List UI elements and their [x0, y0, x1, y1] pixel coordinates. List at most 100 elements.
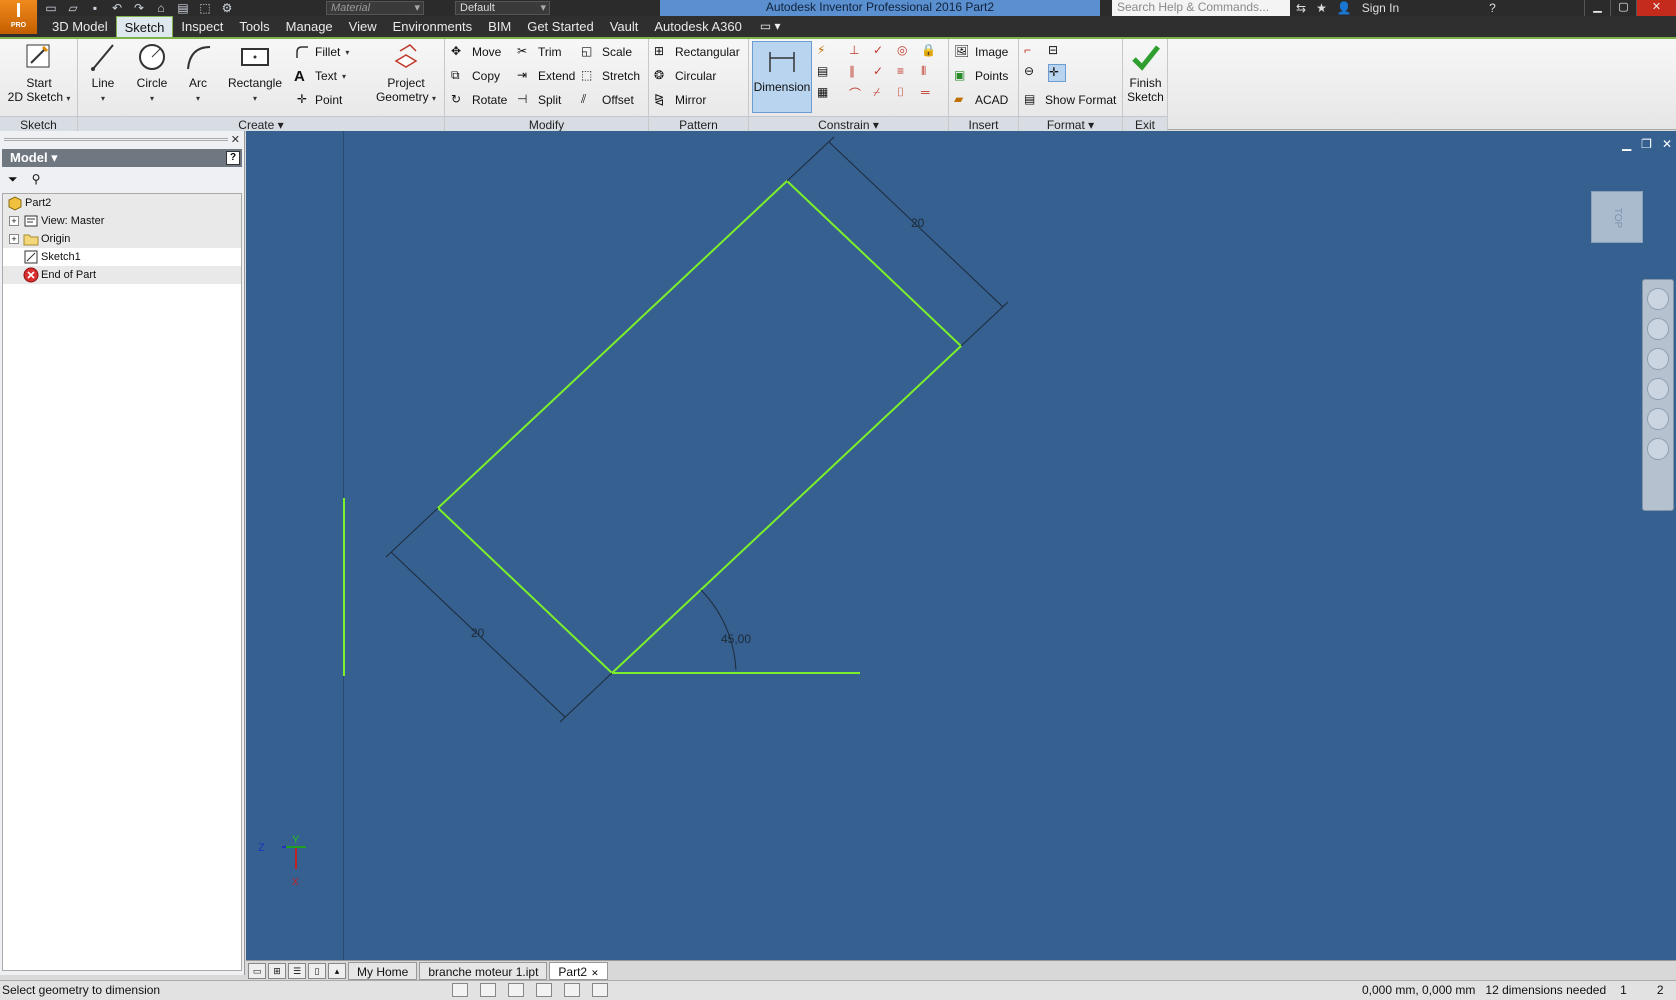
tab-get-started[interactable]: Get Started: [519, 16, 601, 37]
image-button[interactable]: 🖼 Image: [954, 41, 1008, 63]
concentric-icon[interactable]: ◎: [897, 43, 915, 61]
mirror-button[interactable]: ⧎ Mirror: [654, 89, 706, 111]
stretch-button[interactable]: ⬚ Stretch: [581, 65, 640, 87]
panel-label-constrain[interactable]: Constrain ▾: [749, 116, 948, 132]
coincident-icon[interactable]: ✓: [873, 43, 891, 61]
tree-item-sketch1[interactable]: Sketch1: [3, 248, 241, 266]
rectangular-pattern-button[interactable]: ⊞ Rectangular: [654, 41, 740, 63]
expand-icon[interactable]: +: [9, 216, 19, 226]
new-icon[interactable]: ▭: [44, 1, 58, 15]
browser-close-icon[interactable]: ✕: [231, 133, 240, 146]
text-button[interactable]: A Text ▾: [294, 65, 346, 87]
minimize-icon[interactable]: ▁: [1584, 0, 1610, 16]
tab-inspect[interactable]: Inspect: [173, 16, 231, 37]
tab-manage[interactable]: Manage: [278, 16, 341, 37]
find-icon[interactable]: ⚲: [32, 172, 41, 186]
center-point-icon[interactable]: ✛: [1048, 64, 1066, 82]
tab-bim[interactable]: BIM: [480, 16, 519, 37]
angle-dimension-value[interactable]: 45,00: [721, 632, 751, 646]
viewcube[interactable]: TOP: [1591, 191, 1643, 243]
tab-close-icon[interactable]: ✕: [591, 968, 599, 978]
doc-tab-my-home[interactable]: My Home: [348, 961, 418, 980]
top-dimension[interactable]: [786, 136, 1009, 347]
tab-sketch[interactable]: Sketch: [115, 16, 174, 37]
graphics-window[interactable]: 20 20 45,00 Z X Y ▁ ❐ ✕ TOP: [246, 131, 1676, 960]
top-dimension-value[interactable]: 20: [911, 216, 925, 230]
browser-grip[interactable]: [4, 138, 228, 141]
home-icon[interactable]: ⌂: [154, 1, 168, 15]
pan-icon[interactable]: [1647, 318, 1669, 340]
gw-restore-icon[interactable]: ❐: [1641, 137, 1652, 151]
fix-icon[interactable]: 🔒: [921, 43, 939, 61]
construction-icon[interactable]: ⌐: [1024, 43, 1042, 61]
move-button[interactable]: ✥ Move: [451, 41, 501, 63]
fix-sketch-icon[interactable]: [592, 983, 608, 997]
model-browser-header[interactable]: Model ▾ ?: [2, 149, 242, 167]
dof-icon[interactable]: [564, 983, 580, 997]
dimension-button[interactable]: Dimension: [752, 41, 812, 113]
expand-icon[interactable]: +: [9, 234, 19, 244]
tab-3d-model[interactable]: 3D Model: [44, 16, 116, 37]
grid-snap-icon[interactable]: [452, 983, 468, 997]
close-icon[interactable]: ✕: [1636, 0, 1676, 16]
slice-graphics-icon[interactable]: [536, 983, 552, 997]
redo-icon[interactable]: ↷: [132, 1, 146, 15]
gw-minimize-icon[interactable]: ▁: [1622, 137, 1631, 151]
appearance-combo[interactable]: Default ▾: [455, 1, 550, 15]
panel-label-create[interactable]: Create ▾: [78, 116, 444, 132]
angle-dimension-arc[interactable]: [700, 589, 737, 671]
constraint-settings-icon[interactable]: ▦: [817, 85, 835, 103]
show-format-button[interactable]: ▤ Show Format: [1024, 89, 1116, 111]
left-dimension-value[interactable]: 20: [471, 626, 485, 640]
tile-icon[interactable]: ⊞: [268, 962, 286, 979]
zoom-icon[interactable]: [1647, 348, 1669, 370]
material-combo[interactable]: Material ▾: [326, 1, 424, 15]
project-geometry-button[interactable]: Project Geometry ▾: [372, 41, 440, 106]
centerline-icon[interactable]: ⊖: [1024, 64, 1042, 82]
arrange-icon[interactable]: ▴: [328, 962, 346, 979]
undo-icon[interactable]: ↶: [110, 1, 124, 15]
horizontal-icon[interactable]: ═: [921, 85, 939, 103]
offset-button[interactable]: ⫽ Offset: [581, 89, 634, 111]
trim-button[interactable]: ✂ Trim: [517, 41, 562, 63]
finish-sketch-button[interactable]: Finish Sketch: [1123, 41, 1168, 104]
line-button[interactable]: Line ▾: [83, 41, 123, 106]
filter-icon[interactable]: ⏷: [8, 172, 18, 187]
tile-horizontal-icon[interactable]: ☰: [288, 962, 306, 979]
driven-dimension-icon[interactable]: ⊟: [1048, 43, 1066, 61]
tile-vertical-icon[interactable]: ▯: [308, 962, 326, 979]
rectangle-button[interactable]: Rectangle ▾: [224, 41, 286, 106]
panel-label-format[interactable]: Format ▾: [1019, 116, 1122, 132]
auto-dimension-icon[interactable]: ⚡: [817, 43, 835, 61]
rotate-button[interactable]: ↻ Rotate: [451, 89, 507, 111]
maximize-icon[interactable]: ▢: [1610, 0, 1636, 16]
equal-icon[interactable]: ⌷: [897, 85, 915, 103]
tab-autodesk-a360[interactable]: Autodesk A360: [646, 16, 749, 37]
save-icon[interactable]: ▪: [88, 1, 102, 15]
exchange-icon[interactable]: ⇆: [1296, 1, 1306, 15]
collinear-icon[interactable]: ≡: [897, 64, 915, 82]
help-icon[interactable]: ?: [1489, 1, 1496, 15]
tree-item-view-master[interactable]: + View: Master: [3, 212, 241, 230]
view-face-icon[interactable]: [1647, 408, 1669, 430]
copy-button[interactable]: ⧉ Copy: [451, 65, 500, 87]
tangent-icon[interactable]: ✓: [873, 64, 891, 82]
user-icon[interactable]: 👤: [1337, 1, 1352, 15]
tab-environments[interactable]: Environments: [385, 16, 480, 37]
sketch-view-icon[interactable]: [480, 983, 496, 997]
perpendicular-icon[interactable]: ⊥: [849, 43, 867, 61]
browser-help-icon[interactable]: ?: [226, 151, 240, 165]
fillet-button[interactable]: Fillet ▾: [294, 41, 349, 63]
search-input[interactable]: Search Help & Commands...: [1112, 0, 1290, 16]
scale-button[interactable]: ◱ Scale: [581, 41, 632, 63]
left-dimension[interactable]: [385, 507, 613, 723]
orbit-icon[interactable]: [1647, 378, 1669, 400]
tree-item-origin[interactable]: + Origin: [3, 230, 241, 248]
select-icon[interactable]: ⬚: [198, 1, 212, 15]
open-icon[interactable]: ▱: [66, 1, 80, 15]
sketch-canvas[interactable]: 20 20 45,00 Z X Y: [246, 131, 1676, 960]
split-button[interactable]: ⊣ Split: [517, 89, 561, 111]
doc-tab-part2[interactable]: Part2 ✕: [549, 961, 608, 980]
cascade-icon[interactable]: ▭: [248, 962, 266, 979]
tree-item-part2[interactable]: Part2: [3, 194, 241, 212]
